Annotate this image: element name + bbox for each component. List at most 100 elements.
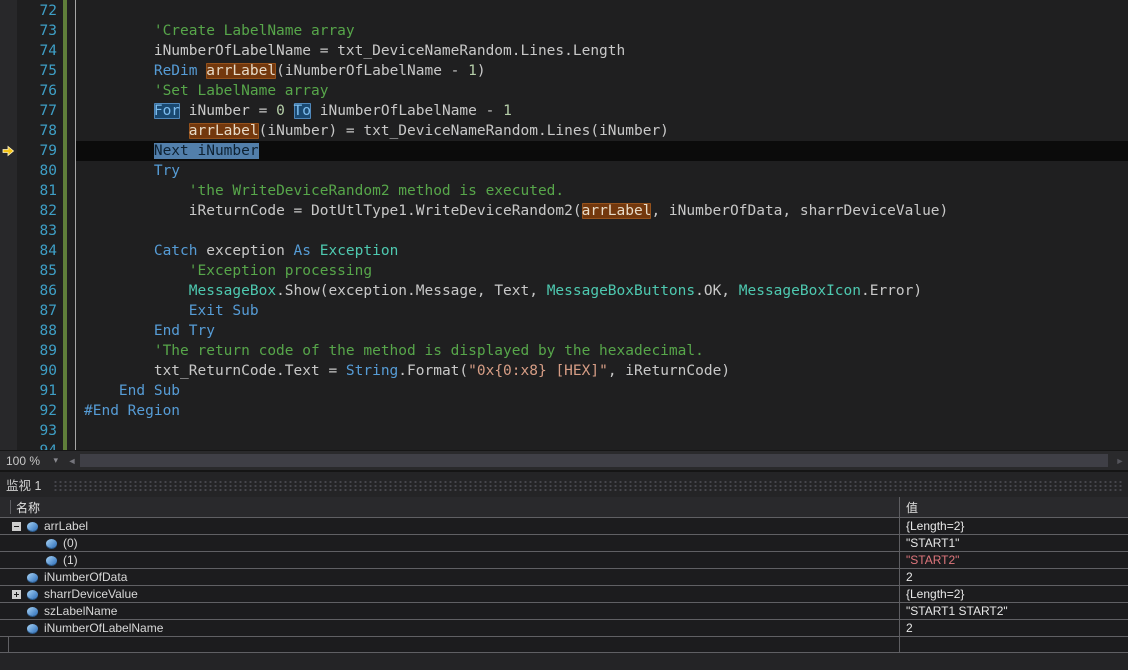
- code-line[interactable]: 87 Exit Sub: [0, 301, 1128, 321]
- code-line[interactable]: 72: [0, 1, 1128, 21]
- watch-name[interactable]: sharrDeviceValue: [44, 587, 138, 601]
- column-header-value[interactable]: 值: [899, 497, 1128, 517]
- watch-row[interactable]: arrLabel {Length=2}: [0, 517, 1128, 534]
- watch-value[interactable]: {Length=2}: [906, 519, 964, 533]
- watch-name-cell[interactable]: arrLabel: [0, 518, 899, 534]
- column-header-name[interactable]: 名称: [0, 497, 899, 517]
- code-token: [311, 243, 320, 259]
- watch-value-cell[interactable]: {Length=2}: [899, 586, 1128, 602]
- variable-icon: [46, 539, 57, 548]
- watch-value-cell[interactable]: 2: [899, 569, 1128, 585]
- watch-value-cell[interactable]: "START1": [899, 535, 1128, 551]
- code-line[interactable]: 74 iNumberOfLabelName = txt_DeviceNameRa…: [0, 41, 1128, 61]
- code-line[interactable]: 94: [0, 441, 1128, 450]
- watch-row[interactable]: sharrDeviceValue {Length=2}: [0, 585, 1128, 602]
- watch-name[interactable]: iNumberOfData: [44, 570, 127, 584]
- scrollbar-thumb[interactable]: [80, 454, 1108, 467]
- code-line[interactable]: 77 For iNumber = 0 To iNumberOfLabelName…: [0, 101, 1128, 121]
- watch-value[interactable]: 2: [906, 570, 913, 584]
- line-number[interactable]: 88: [17, 321, 57, 341]
- watch-name-cell[interactable]: sharrDeviceValue: [0, 586, 899, 602]
- expander-plus-icon[interactable]: [12, 590, 21, 599]
- line-number[interactable]: 72: [17, 1, 57, 21]
- scroll-left-icon[interactable]: ◄: [64, 456, 80, 466]
- code-line[interactable]: 90 txt_ReturnCode.Text = String.Format("…: [0, 361, 1128, 381]
- code-line[interactable]: 89 'The return code of the method is dis…: [0, 341, 1128, 361]
- line-number[interactable]: 75: [17, 61, 57, 81]
- line-number[interactable]: 77: [17, 101, 57, 121]
- line-number[interactable]: 74: [17, 41, 57, 61]
- line-number[interactable]: 90: [17, 361, 57, 381]
- watch-name-cell[interactable]: (1): [0, 552, 899, 568]
- code-line[interactable]: 83: [0, 221, 1128, 241]
- code-line[interactable]: 79 Next iNumber: [0, 141, 1128, 161]
- watch-row[interactable]: iNumberOfData 2: [0, 568, 1128, 585]
- watch-name[interactable]: (1): [63, 553, 78, 567]
- line-number[interactable]: 84: [17, 241, 57, 261]
- watch-name[interactable]: (0): [63, 536, 78, 550]
- watch-name[interactable]: iNumberOfLabelName: [44, 621, 163, 635]
- watch-row[interactable]: (1) "START2": [0, 551, 1128, 568]
- line-number[interactable]: 86: [17, 281, 57, 301]
- scrollbar-track[interactable]: [80, 451, 1112, 470]
- watch-name-cell[interactable]: iNumberOfLabelName: [0, 620, 899, 636]
- code-line[interactable]: 78 arrLabel(iNumber) = txt_DeviceNameRan…: [0, 121, 1128, 141]
- code-line[interactable]: 73 'Create LabelName array: [0, 21, 1128, 41]
- watch-row[interactable]: (0) "START1": [0, 534, 1128, 551]
- watch-window: 监视 1 名称 值 arrLabel{Length=2}(0)"START1"(…: [0, 470, 1128, 670]
- code-line[interactable]: 85 'Exception processing: [0, 261, 1128, 281]
- code-line[interactable]: 88 End Try: [0, 321, 1128, 341]
- line-number[interactable]: 91: [17, 381, 57, 401]
- line-number[interactable]: 85: [17, 261, 57, 281]
- code-editor[interactable]: 7273 'Create LabelName array74 iNumberOf…: [0, 0, 1128, 450]
- horizontal-scrollbar[interactable]: ◄ ►: [64, 451, 1128, 470]
- watch-row[interactable]: szLabelName "START1 START2": [0, 602, 1128, 619]
- code-line[interactable]: 82 iReturnCode = DotUtlType1.WriteDevice…: [0, 201, 1128, 221]
- scroll-right-icon[interactable]: ►: [1112, 456, 1128, 466]
- watch-value[interactable]: "START1 START2": [906, 604, 1008, 618]
- code-line[interactable]: 86 MessageBox.Show(exception.Message, Te…: [0, 281, 1128, 301]
- editor-zoom-dropdown[interactable]: 100 % ▾: [0, 451, 64, 470]
- line-number[interactable]: 89: [17, 341, 57, 361]
- watch-name-cell[interactable]: (0): [0, 535, 899, 551]
- expander-minus-icon[interactable]: [12, 522, 21, 531]
- code-line[interactable]: 93: [0, 421, 1128, 441]
- line-number[interactable]: 80: [17, 161, 57, 181]
- watch-name-cell[interactable]: iNumberOfData: [0, 569, 899, 585]
- line-number[interactable]: 94: [17, 441, 57, 450]
- watch-value-cell[interactable]: 2: [899, 620, 1128, 636]
- line-number[interactable]: 78: [17, 121, 57, 141]
- line-number[interactable]: 83: [17, 221, 57, 241]
- watch-name-cell[interactable]: [0, 637, 899, 652]
- code-line[interactable]: 75 ReDim arrLabel(iNumberOfLabelName - 1…: [0, 61, 1128, 81]
- code-line[interactable]: 81 'the WriteDeviceRandom2 method is exe…: [0, 181, 1128, 201]
- watch-value[interactable]: "START2": [906, 553, 959, 567]
- code-line[interactable]: 91 End Sub: [0, 381, 1128, 401]
- watch-add-row[interactable]: [0, 636, 1128, 653]
- line-number[interactable]: 93: [17, 421, 57, 441]
- watch-row[interactable]: iNumberOfLabelName 2: [0, 619, 1128, 636]
- line-number[interactable]: 73: [17, 21, 57, 41]
- watch-value-cell[interactable]: {Length=2}: [899, 518, 1128, 534]
- code-line[interactable]: 80 Try: [0, 161, 1128, 181]
- watch-title-bar[interactable]: 监视 1: [0, 472, 1128, 497]
- watch-value[interactable]: 2: [906, 621, 913, 635]
- watch-name[interactable]: arrLabel: [44, 519, 88, 533]
- watch-value[interactable]: "START1": [906, 536, 959, 550]
- line-number[interactable]: 82: [17, 201, 57, 221]
- line-number[interactable]: 87: [17, 301, 57, 321]
- code-line[interactable]: 84 Catch exception As Exception: [0, 241, 1128, 261]
- watch-value-cell[interactable]: "START1 START2": [899, 603, 1128, 619]
- code-token: [198, 63, 207, 79]
- watch-value-cell[interactable]: [899, 637, 1128, 652]
- watch-value-cell[interactable]: "START2": [899, 552, 1128, 568]
- line-number[interactable]: 92: [17, 401, 57, 421]
- watch-name-cell[interactable]: szLabelName: [0, 603, 899, 619]
- code-line[interactable]: 92#End Region: [0, 401, 1128, 421]
- code-line[interactable]: 76 'Set LabelName array: [0, 81, 1128, 101]
- line-number[interactable]: 76: [17, 81, 57, 101]
- watch-value[interactable]: {Length=2}: [906, 587, 964, 601]
- line-number[interactable]: 79: [17, 141, 57, 161]
- line-number[interactable]: 81: [17, 181, 57, 201]
- watch-name[interactable]: szLabelName: [44, 604, 117, 618]
